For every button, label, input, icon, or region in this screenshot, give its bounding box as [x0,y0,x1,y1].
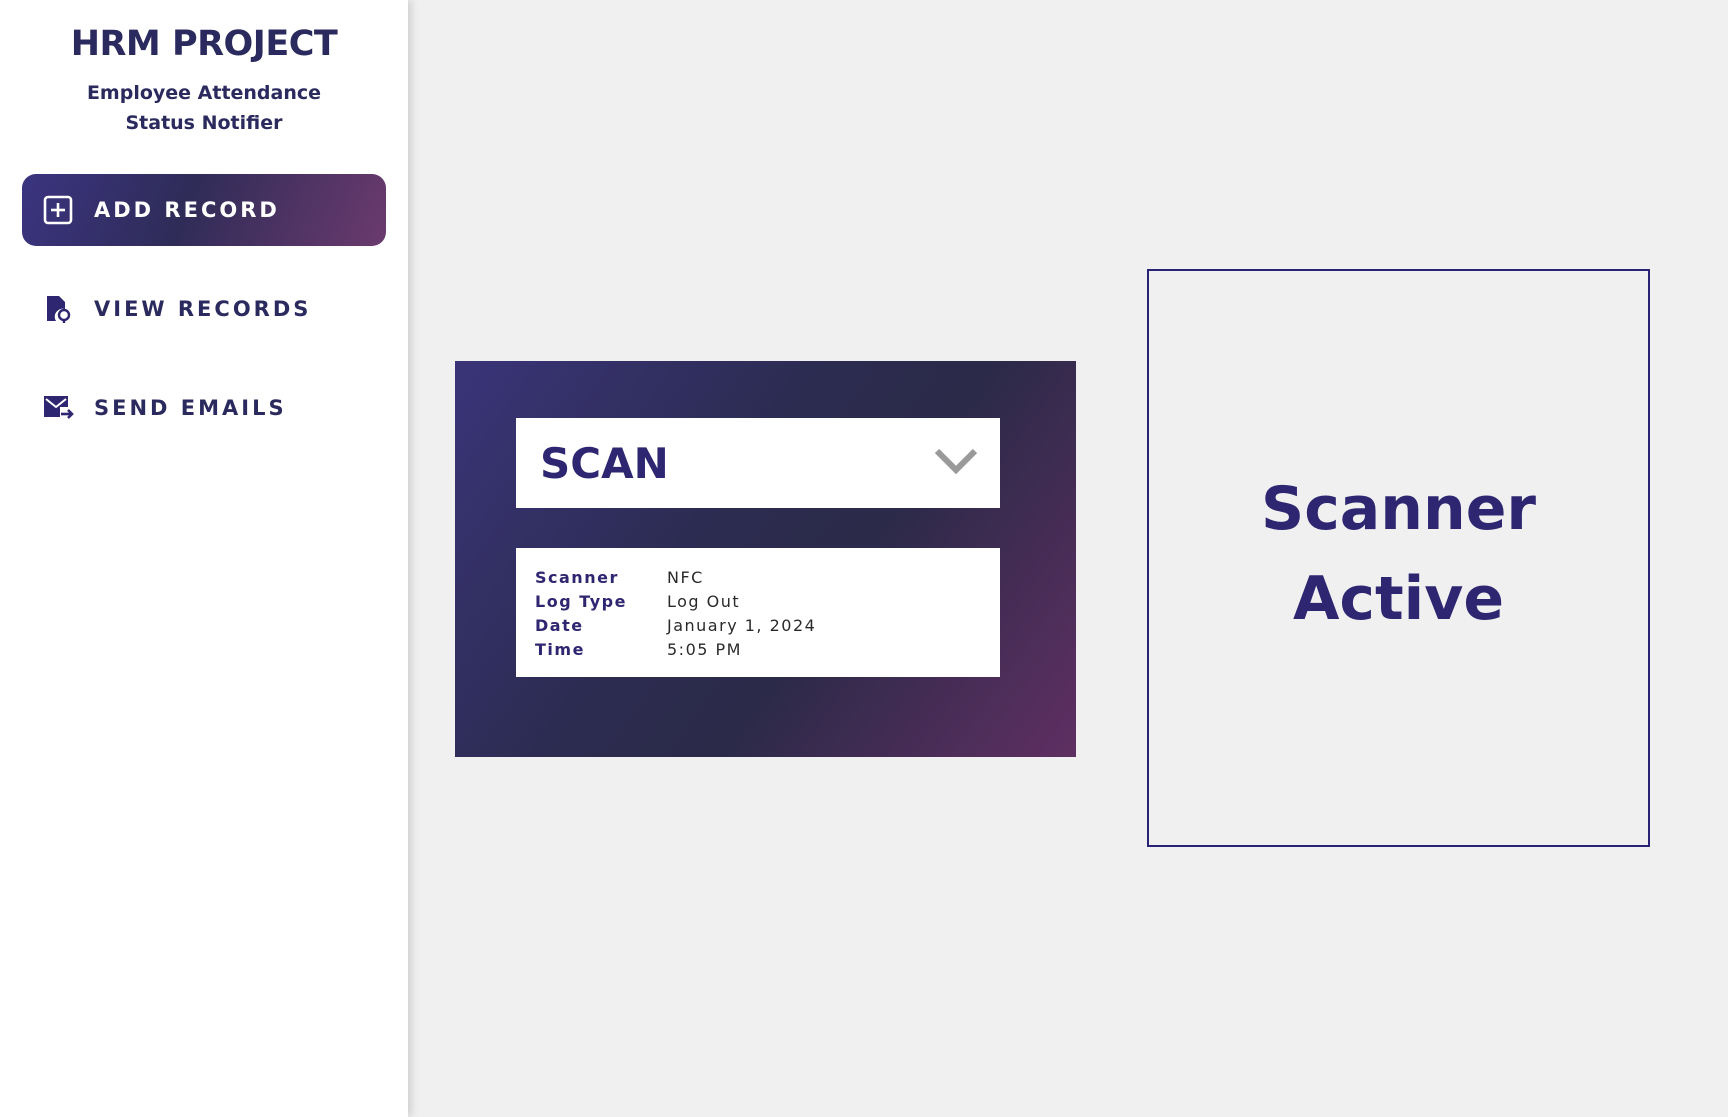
sidebar-item-view-records[interactable]: VIEW RECORDS [22,273,386,345]
scanner-status-line1: Scanner [1261,474,1536,544]
app-title: HRM PROJECT [70,24,338,64]
sidebar-item-label: VIEW RECORDS [94,297,312,321]
sidebar: HRM PROJECT Employee Attendance Status N… [0,0,408,1117]
scanner-status: Scanner Active [1261,464,1536,644]
plus-square-icon [42,194,74,226]
info-key: Log Type [535,591,627,611]
info-key: Time [535,639,585,659]
info-value: Log Out [667,591,741,611]
brand: HRM PROJECT Employee Attendance Status N… [0,0,408,138]
info-row: Date January 1, 2024 [535,613,981,637]
file-search-icon [42,293,74,325]
sidebar-nav: ADD RECORD VIEW RECORDS SEND EMAILS [0,174,408,444]
sidebar-item-label: ADD RECORD [94,198,280,222]
info-value: NFC [667,567,704,587]
info-row: Scanner NFC [535,565,981,589]
info-value: January 1, 2024 [667,615,817,635]
scan-mode-select[interactable]: SCAN [516,418,1000,508]
scan-mode-value: SCAN [540,438,669,488]
info-key: Date [535,615,584,635]
info-row: Time 5:05 PM [535,637,981,661]
sidebar-item-label: SEND EMAILS [94,396,287,420]
chevron-down-icon [934,447,978,479]
app-subtitle: Employee Attendance Status Notifier [86,82,322,134]
sidebar-item-add-record[interactable]: ADD RECORD [22,174,386,246]
sidebar-item-send-emails[interactable]: SEND EMAILS [22,372,386,444]
scanner-status-box: Scanner Active [1147,269,1650,847]
scanner-status-line2: Active [1292,564,1505,634]
info-row: Log Type Log Out [535,589,981,613]
scan-info-panel: Scanner NFC Log Type Log Out Date Januar… [516,548,1000,677]
info-value: 5:05 PM [667,639,742,659]
scan-card: SCAN Scanner NFC Log Type Log Out Date J… [455,361,1076,757]
info-key: Scanner [535,567,619,587]
mail-send-icon [42,392,74,424]
